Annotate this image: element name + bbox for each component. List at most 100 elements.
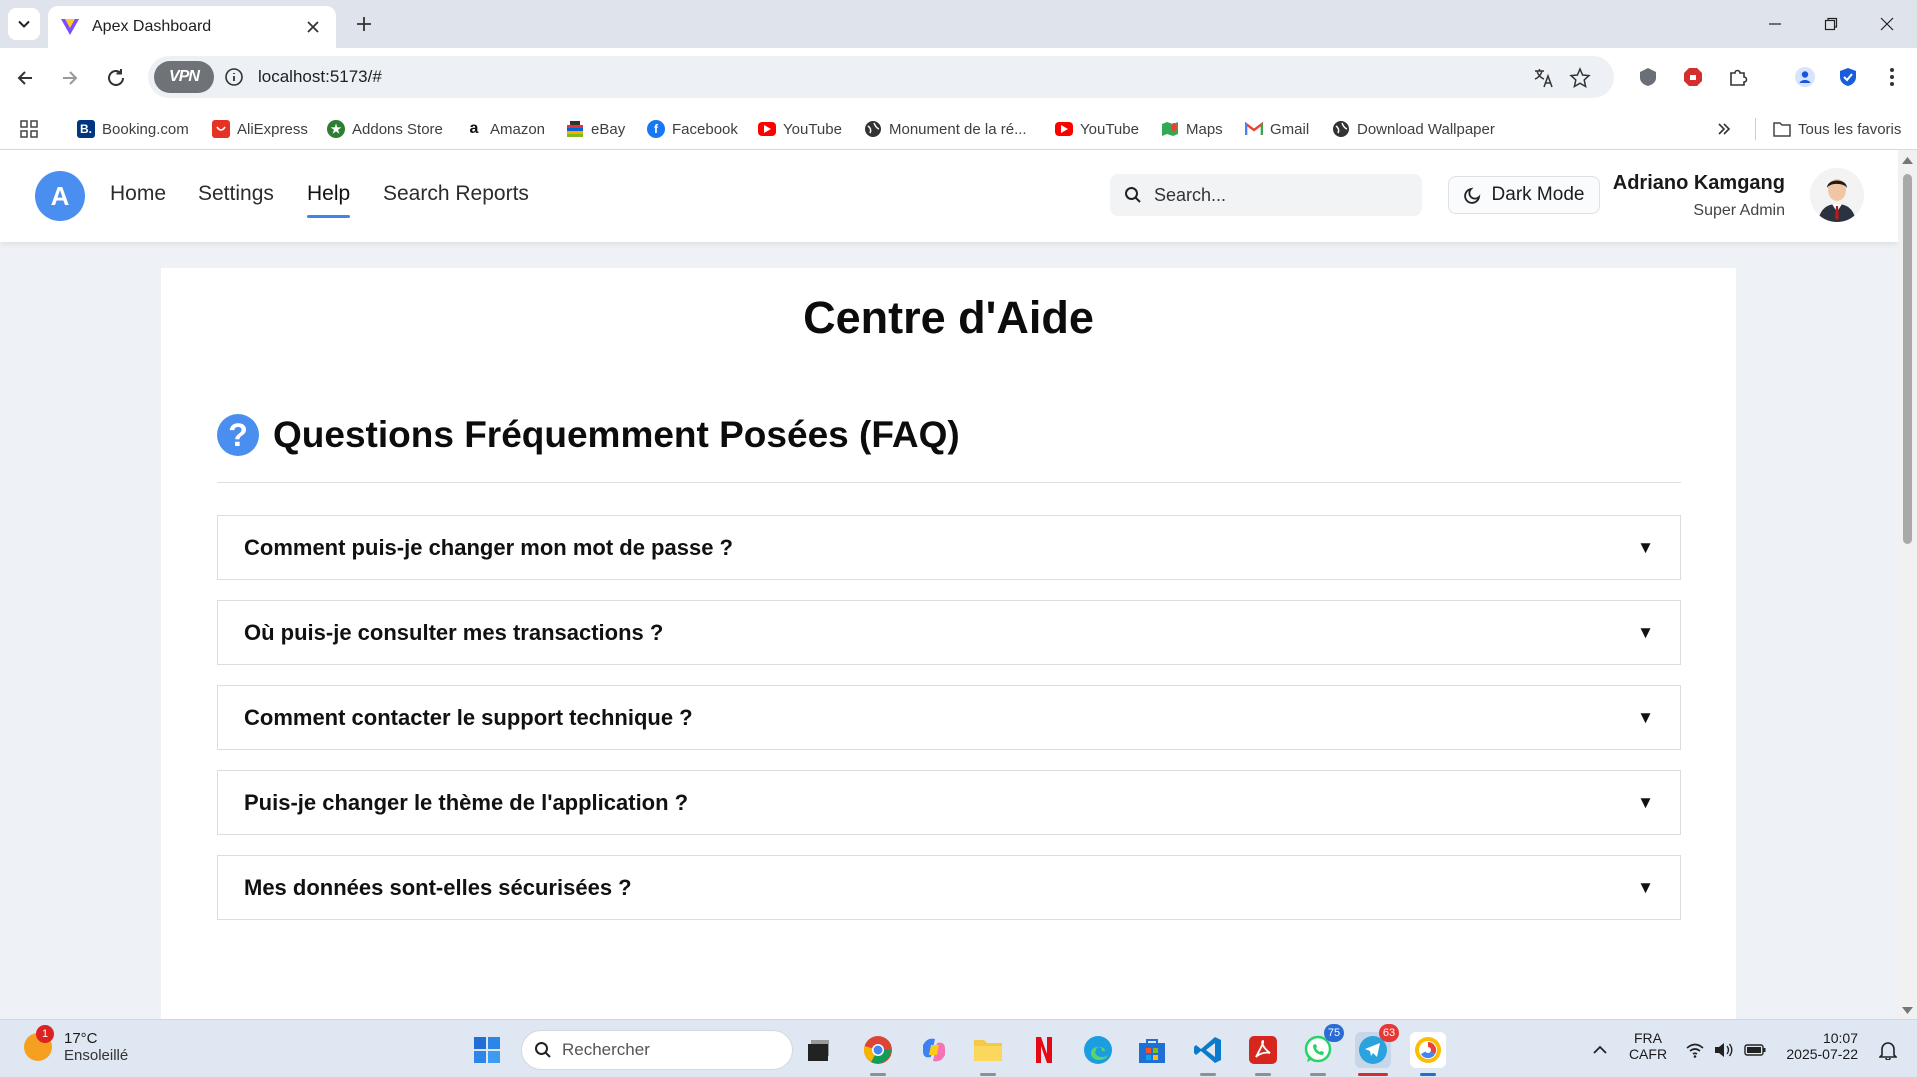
plus-icon	[357, 17, 371, 31]
nav-home[interactable]: Home	[110, 182, 166, 206]
apex-favicon-icon	[61, 19, 79, 35]
bookmark-youtube[interactable]: YouTube	[758, 108, 842, 150]
bookmark-download-wallpaper[interactable]: Download Wallpaper	[1332, 108, 1495, 150]
copilot-app[interactable]	[916, 1032, 952, 1068]
scroll-down-icon[interactable]	[1902, 1007, 1913, 1015]
bookmark-ebay[interactable]: eBay	[566, 108, 625, 150]
browser-app-active[interactable]	[1410, 1032, 1446, 1076]
caret-down-icon: ▼	[1637, 707, 1654, 727]
running-indicator	[870, 1073, 886, 1076]
extension-adblock-icon[interactable]	[1678, 62, 1708, 92]
input-language[interactable]: FRA CAFR	[1628, 1030, 1668, 1062]
more-bookmarks-icon[interactable]	[1717, 108, 1731, 150]
weather-badge: 1	[36, 1025, 54, 1043]
dark-mode-button[interactable]: Dark Mode	[1448, 176, 1600, 214]
close-tab-icon[interactable]	[302, 16, 324, 38]
new-tab-button[interactable]	[350, 10, 378, 38]
faq-item[interactable]: Comment contacter le support technique ?…	[217, 685, 1681, 750]
site-info-icon[interactable]	[222, 65, 246, 89]
all-bookmarks-folder[interactable]: Tous les favoris	[1773, 108, 1901, 150]
search-field[interactable]	[1110, 174, 1422, 216]
notifications-button[interactable]	[1873, 1032, 1903, 1068]
whatsapp-badge: 75	[1324, 1024, 1344, 1042]
translate-icon[interactable]	[1531, 65, 1557, 91]
acrobat-app[interactable]	[1245, 1032, 1281, 1076]
taskbar-search[interactable]: Rechercher	[521, 1030, 793, 1070]
system-tray-status[interactable]	[1681, 1032, 1771, 1068]
task-view-button[interactable]	[802, 1032, 838, 1068]
bookmark-gmail[interactable]: Gmail	[1245, 108, 1309, 150]
nav-help[interactable]: Help	[307, 182, 351, 218]
folder-icon	[974, 1040, 1002, 1061]
caret-down-icon: ▼	[1637, 622, 1654, 642]
telegram-app[interactable]: 63	[1355, 1024, 1399, 1076]
windows-start-button[interactable]	[469, 1032, 505, 1068]
sun-icon: 1	[24, 1025, 54, 1061]
netflix-app[interactable]	[1026, 1032, 1062, 1068]
extension-shield-icon[interactable]	[1633, 62, 1663, 92]
bookmark-monument[interactable]: Monument de la ré...	[864, 108, 1027, 150]
faq-item[interactable]: Où puis-je consulter mes transactions ? …	[217, 600, 1681, 665]
search-input[interactable]	[1154, 184, 1394, 206]
clock[interactable]: 10:07 2025-07-22	[1778, 1030, 1858, 1062]
profile-icon[interactable]	[1790, 62, 1820, 92]
apps-grid-icon[interactable]	[20, 108, 38, 150]
scrollbar-thumb[interactable]	[1903, 174, 1912, 544]
reload-button[interactable]	[100, 62, 132, 94]
file-explorer-app[interactable]	[970, 1032, 1006, 1076]
whatsapp-app[interactable]: 75	[1300, 1024, 1344, 1076]
bookmark-maps[interactable]: Maps	[1161, 108, 1223, 150]
vpn-badge[interactable]: VPN	[154, 61, 214, 93]
nav-settings[interactable]: Settings	[198, 182, 274, 206]
bookmark-aliexpress[interactable]: AliExpress	[212, 108, 308, 150]
bookmarks-divider	[1755, 118, 1756, 140]
app-logo[interactable]: A	[35, 171, 85, 221]
vscode-app[interactable]	[1190, 1032, 1226, 1076]
ebay-icon	[566, 120, 584, 138]
extensions-puzzle-icon[interactable]	[1723, 62, 1753, 92]
bookmark-youtube-2[interactable]: YouTube	[1055, 108, 1139, 150]
store-app[interactable]	[1134, 1032, 1170, 1068]
tab-list-button[interactable]	[8, 8, 40, 40]
faq-item[interactable]: Mes données sont-elles sécurisées ? ▼	[217, 855, 1681, 920]
bell-icon	[1879, 1042, 1897, 1060]
bookmark-label: Facebook	[672, 120, 738, 138]
faq-item[interactable]: Puis-je changer le thème de l'applicatio…	[217, 770, 1681, 835]
bitwarden-shield-icon[interactable]	[1833, 62, 1863, 92]
caret-down-icon: ▼	[1637, 792, 1654, 812]
minimize-button[interactable]	[1755, 8, 1795, 40]
user-role: Super Admin	[1693, 202, 1785, 219]
bookmark-facebook[interactable]: f Facebook	[647, 108, 738, 150]
edge-app[interactable]	[1080, 1032, 1116, 1068]
globe-icon	[864, 120, 882, 138]
running-indicator	[1420, 1073, 1436, 1076]
bookmark-label: YouTube	[1080, 120, 1139, 138]
url-text[interactable]: localhost:5173/#	[258, 67, 382, 87]
scroll-up-icon[interactable]	[1902, 156, 1913, 164]
search-icon	[535, 1042, 551, 1058]
browser-tab-active[interactable]: Apex Dashboard	[48, 6, 336, 48]
tray-overflow-button[interactable]	[1582, 1032, 1618, 1068]
folder-icon	[1773, 120, 1791, 138]
weather-widget[interactable]: 1 17°C Ensoleillé	[24, 1025, 128, 1064]
user-name: Adriano Kamgang	[1612, 172, 1785, 194]
bookmark-booking[interactable]: B. Booking.com	[77, 108, 189, 150]
bookmark-label: Monument de la ré...	[889, 120, 1027, 138]
arrow-right-icon	[63, 71, 78, 85]
bookmark-amazon[interactable]: a Amazon	[465, 108, 545, 150]
faq-list: Comment puis-je changer mon mot de passe…	[217, 515, 1681, 940]
bookmark-addons-store[interactable]: ★ Addons Store	[327, 108, 443, 150]
avatar[interactable]	[1810, 168, 1864, 222]
nav-search-reports[interactable]: Search Reports	[383, 182, 529, 206]
faq-item[interactable]: Comment puis-je changer mon mot de passe…	[217, 515, 1681, 580]
browser-menu-icon[interactable]	[1877, 62, 1907, 92]
address-bar[interactable]: VPN localhost:5173/#	[148, 56, 1614, 98]
bookmark-star-icon[interactable]	[1567, 65, 1593, 91]
page-scrollbar[interactable]	[1898, 150, 1917, 1019]
close-window-button[interactable]	[1867, 8, 1907, 40]
chevron-up-icon	[1593, 1045, 1607, 1054]
forward-button[interactable]	[54, 62, 86, 94]
chrome-app[interactable]	[860, 1032, 896, 1076]
restore-button[interactable]	[1811, 8, 1851, 40]
back-button[interactable]	[9, 62, 41, 94]
